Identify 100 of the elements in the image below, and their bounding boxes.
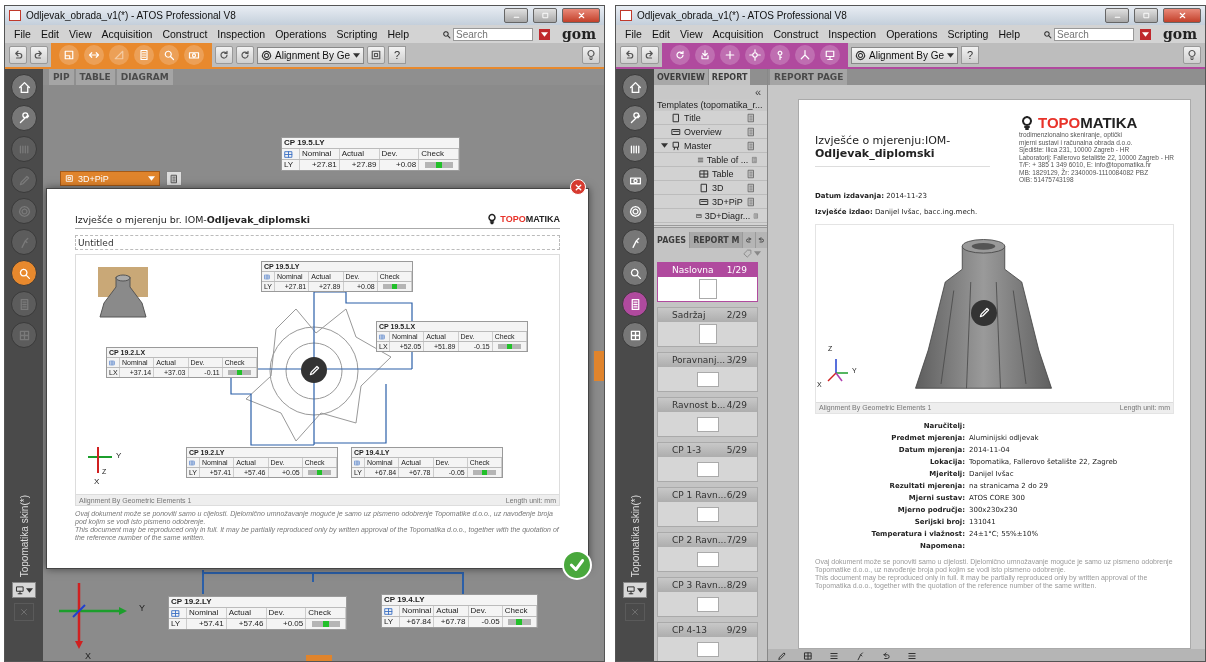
template-item[interactable]: Table of ... (654, 153, 767, 167)
wrench-button[interactable] (622, 105, 648, 131)
minimize-button[interactable] (504, 8, 528, 23)
panel-tab[interactable]: OVERVIEW (654, 69, 708, 85)
plus-button[interactable] (720, 45, 740, 65)
search-field[interactable]: Search (1054, 27, 1135, 41)
page-item[interactable]: CP 1-3 5/29 (657, 442, 758, 482)
page-item[interactable]: CP 4-13 9/29 (657, 622, 758, 661)
redo-button[interactable] (641, 46, 659, 64)
template-item[interactable]: 3D+Diagr... (654, 209, 767, 223)
menu-item[interactable]: Inspection (823, 28, 882, 40)
page-item[interactable]: CP 1 Ravn...6/29 (657, 487, 758, 527)
bars-button[interactable] (622, 136, 648, 162)
panel-tab[interactable]: PAGES (654, 232, 690, 248)
minimize-button[interactable] (1105, 8, 1129, 23)
camera-button[interactable] (622, 167, 648, 193)
logo: gom (1163, 26, 1197, 42)
template-item[interactable]: Title (654, 111, 767, 125)
grid-button[interactable] (622, 322, 648, 348)
home-button[interactable] (11, 74, 37, 100)
display-button[interactable] (623, 582, 647, 598)
refresh-button[interactable] (670, 45, 690, 65)
panel-tab[interactable]: REPORT M (690, 232, 743, 248)
display-button[interactable] (12, 582, 36, 598)
grid-button[interactable] (802, 649, 814, 661)
edit-button[interactable] (301, 357, 327, 383)
page-item[interactable]: Poravnanj... 3/29 (657, 352, 758, 392)
menu-item[interactable]: Edit (35, 28, 64, 40)
view-tab[interactable]: DIAGRAM (116, 69, 173, 85)
next-button[interactable] (755, 232, 767, 248)
expander[interactable] (660, 141, 668, 150)
collapse-button[interactable]: « (654, 85, 767, 99)
search-button[interactable] (11, 260, 37, 286)
search-button[interactable] (622, 260, 648, 286)
display-button[interactable] (820, 45, 840, 65)
close-button[interactable] (562, 8, 600, 23)
template-item[interactable]: 3D (654, 181, 767, 195)
view-tab[interactable]: REPORT PAGE (770, 69, 848, 85)
menu-item[interactable]: Operations (270, 28, 332, 40)
menu-item[interactable]: Inspection (212, 28, 271, 40)
wrench-button[interactable] (11, 105, 37, 131)
maximize-button[interactable] (1134, 8, 1158, 23)
template-item[interactable]: Master (654, 139, 767, 153)
menu-item[interactable]: Scripting (942, 28, 994, 40)
refresh-button[interactable] (215, 46, 233, 64)
page-item[interactable]: CP 3 Ravn...8/29 (657, 577, 758, 617)
menu-item[interactable]: Construct (157, 28, 213, 40)
menu-item[interactable]: Operations (881, 28, 943, 40)
page-item[interactable]: Ravnost b...4/29 (657, 397, 758, 437)
help-button[interactable]: ? (388, 46, 407, 64)
menu-item[interactable]: File (9, 28, 36, 40)
undo-button[interactable] (9, 46, 27, 64)
report-button[interactable] (622, 291, 648, 317)
menu-item[interactable]: Help (382, 28, 415, 40)
template-item[interactable]: Overview (654, 125, 767, 139)
key-button[interactable] (770, 45, 790, 65)
alignment-dropdown[interactable]: Alignment By Ge (851, 46, 959, 64)
menu-item[interactable]: Help (993, 28, 1026, 40)
page-item[interactable]: CP 2 Ravn...7/29 (657, 532, 758, 572)
help-button[interactable]: ? (961, 46, 980, 64)
menu-item[interactable]: File (620, 28, 647, 40)
view-tab[interactable]: PIP (49, 69, 74, 85)
home-button[interactable] (622, 74, 648, 100)
overview-icon (671, 126, 681, 137)
menu-item[interactable]: View (675, 28, 708, 40)
close-button[interactable] (1163, 8, 1201, 23)
confirm-button[interactable] (562, 550, 592, 580)
bulb-button[interactable] (582, 46, 600, 64)
search-field[interactable]: Search (453, 27, 534, 41)
gear-button[interactable] (745, 45, 765, 65)
alignment-dropdown[interactable]: Alignment By Ge (257, 46, 365, 64)
page-item[interactable]: Sadržaj 2/29 (657, 307, 758, 347)
page-item[interactable]: Naslovna 1/29 (657, 262, 758, 302)
probe-button[interactable] (622, 229, 648, 255)
panel-tab[interactable]: REPORT (708, 69, 751, 85)
redo-button[interactable] (30, 46, 48, 64)
template-item[interactable]: 3D+PiP (654, 195, 767, 209)
menu-item[interactable]: Acquisition (96, 28, 158, 40)
search-menu-button[interactable] (1140, 28, 1152, 40)
search-menu-button[interactable] (539, 28, 551, 40)
view-tab[interactable]: TABLE (75, 69, 115, 85)
pen-button[interactable] (776, 649, 788, 661)
report-button[interactable] (166, 171, 182, 186)
bulb-button[interactable] (1183, 46, 1201, 64)
undo-button[interactable] (620, 46, 638, 64)
previous-button[interactable] (743, 232, 755, 248)
menu-item[interactable]: Scripting (331, 28, 383, 40)
template-item[interactable]: Table (654, 167, 767, 181)
page-name: Ravnost b... (672, 400, 726, 410)
check-indicator (497, 344, 522, 349)
layout-button[interactable] (367, 46, 386, 64)
maximize-button[interactable] (533, 8, 557, 23)
menu-item[interactable]: Edit (646, 28, 675, 40)
menu-item[interactable]: View (64, 28, 97, 40)
menu-item[interactable]: Acquisition (707, 28, 769, 40)
refresh-button[interactable] (236, 46, 254, 64)
menu-item[interactable]: Construct (768, 28, 824, 40)
export-button[interactable] (695, 45, 715, 65)
target-button[interactable] (622, 198, 648, 224)
title-field[interactable]: Untitled (75, 235, 560, 250)
